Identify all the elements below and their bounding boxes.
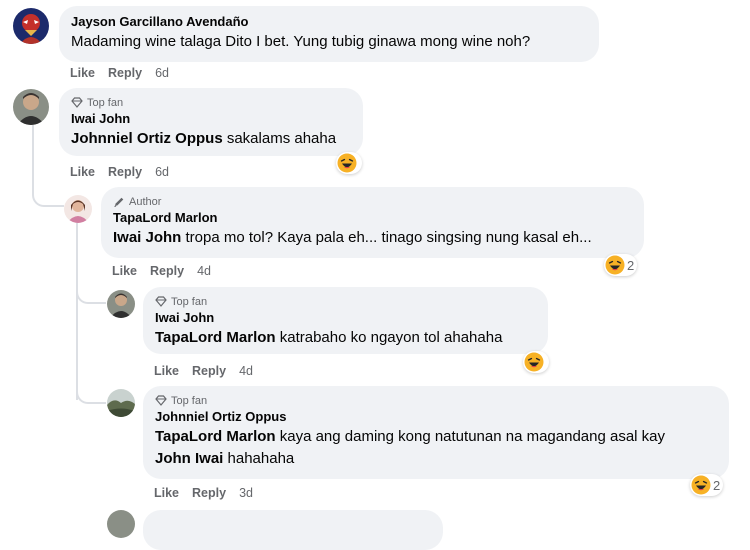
comment-bubble: Jayson Garcillano Avendaño Madaming wine…	[59, 6, 599, 62]
reaction-summary[interactable]	[336, 152, 362, 174]
timestamp[interactable]: 6d	[155, 165, 169, 179]
like-button[interactable]: Like	[70, 165, 95, 179]
author-badge: Author	[113, 194, 632, 209]
comment-author[interactable]: Johnniel Ortiz Oppus	[155, 408, 717, 426]
like-button[interactable]: Like	[112, 264, 137, 278]
badge-label: Top fan	[87, 96, 124, 109]
reply-button[interactable]: Reply	[192, 364, 226, 378]
diamond-icon	[155, 395, 167, 406]
mention-link[interactable]: TapaLord Marlon	[155, 428, 276, 445]
thread-connector	[76, 370, 106, 404]
comment-text: Johnniel Ortiz Oppus sakalams ahaha	[71, 130, 337, 147]
haha-icon	[605, 255, 625, 275]
reply-button[interactable]: Reply	[108, 165, 142, 179]
comment-author[interactable]: Iwai John	[155, 309, 536, 327]
badge-label: Top fan	[171, 394, 208, 407]
comment-bubble: Top fan Iwai John TapaLord Marlon katrab…	[143, 287, 548, 354]
avatar[interactable]	[64, 195, 92, 223]
mention-link[interactable]: Johnniel Ortiz Oppus	[71, 130, 223, 147]
badge-label: Top fan	[171, 295, 208, 308]
top-fan-badge: Top fan	[155, 294, 536, 309]
top-fan-badge: Top fan	[155, 393, 717, 408]
comment-text: TapaLord Marlon katrabaho ko ngayon tol …	[155, 329, 503, 346]
comment-text: Iwai John tropa mo tol? Kaya pala eh... …	[113, 229, 592, 246]
diamond-icon	[71, 97, 83, 108]
avatar[interactable]	[13, 89, 49, 125]
timestamp[interactable]: 4d	[239, 364, 253, 378]
avatar[interactable]	[107, 510, 135, 538]
comment-bubble	[143, 510, 443, 550]
like-button[interactable]: Like	[154, 364, 179, 378]
haha-icon	[691, 475, 711, 495]
top-fan-badge: Top fan	[71, 95, 351, 110]
avatar[interactable]	[13, 8, 49, 44]
reaction-summary[interactable]	[523, 351, 549, 373]
like-button[interactable]: Like	[70, 66, 95, 80]
comment-actions: Like Reply 6d	[70, 66, 169, 80]
haha-icon	[524, 352, 544, 372]
diamond-icon	[155, 296, 167, 307]
comment-author[interactable]: Jayson Garcillano Avendaño	[71, 13, 587, 31]
comment-author[interactable]: TapaLord Marlon	[113, 209, 632, 227]
reaction-count: 2	[713, 477, 721, 493]
comment-bubble: Top fan Iwai John Johnniel Ortiz Oppus s…	[59, 88, 363, 156]
haha-icon	[337, 153, 357, 173]
thread-connector	[76, 270, 106, 304]
reply-button[interactable]: Reply	[192, 486, 226, 500]
like-button[interactable]: Like	[154, 486, 179, 500]
mention-link[interactable]: John Iwai	[155, 450, 223, 467]
pencil-icon	[114, 197, 124, 207]
avatar[interactable]	[107, 389, 135, 417]
badge-label: Author	[129, 195, 162, 208]
comment-bubble: Top fan Johnniel Ortiz Oppus TapaLord Ma…	[143, 386, 729, 479]
timestamp[interactable]: 6d	[155, 66, 169, 80]
comment-bubble: Author TapaLord Marlon Iwai John tropa m…	[101, 187, 644, 258]
comment-actions: Like Reply 6d	[70, 165, 169, 179]
avatar[interactable]	[107, 290, 135, 318]
comment-text: Madaming wine talaga Dito I bet. Yung tu…	[71, 33, 531, 50]
reaction-summary[interactable]: 2	[604, 254, 638, 276]
comment-author[interactable]: Iwai John	[71, 110, 351, 128]
comment-actions: Like Reply 4d	[112, 264, 211, 278]
reaction-summary[interactable]: 2	[690, 474, 724, 496]
reply-button[interactable]: Reply	[150, 264, 184, 278]
timestamp[interactable]: 3d	[239, 486, 253, 500]
mention-link[interactable]: TapaLord Marlon	[155, 329, 276, 346]
comment-text: TapaLord Marlon kaya ang daming kong nat…	[155, 428, 666, 467]
reaction-count: 2	[627, 257, 635, 273]
comment-actions: Like Reply 4d	[154, 364, 253, 378]
timestamp[interactable]: 4d	[197, 264, 211, 278]
reply-button[interactable]: Reply	[108, 66, 142, 80]
mention-link[interactable]: Iwai John	[113, 229, 181, 246]
comment-actions: Like Reply 3d	[154, 486, 253, 500]
